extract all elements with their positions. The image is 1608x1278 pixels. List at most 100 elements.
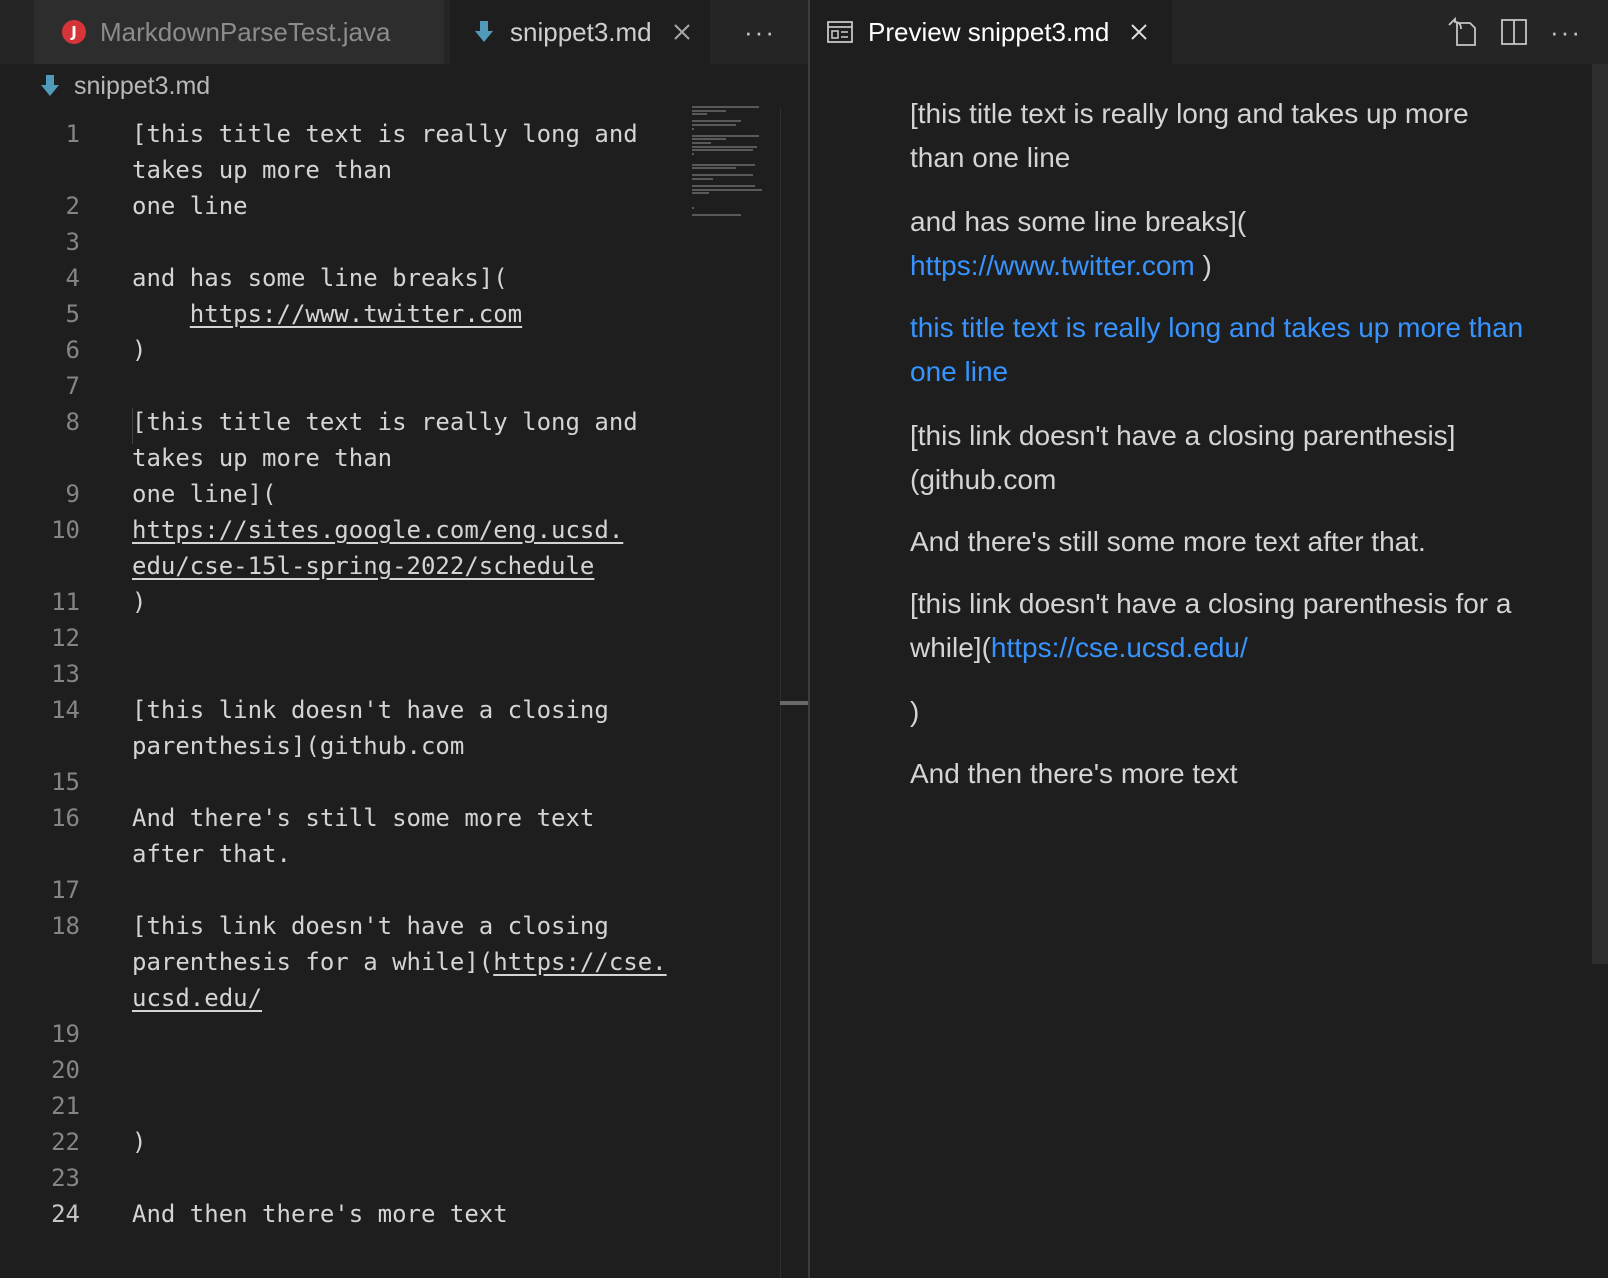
line-number: 7 <box>65 372 80 400</box>
twitter-link[interactable]: https://www.twitter.com <box>910 250 1195 281</box>
code-line[interactable]: parenthesis](github.com <box>0 728 690 764</box>
code-line[interactable]: 10 https://sites.google.com/eng.ucsd. <box>0 512 690 548</box>
more-actions-icon[interactable]: ··· <box>730 0 790 64</box>
preview-paragraph: [this title text is really long and take… <box>910 98 1469 173</box>
code-line[interactable]: 20 <box>0 1052 690 1088</box>
minimap[interactable] <box>690 106 780 236</box>
preview-paragraph: [this link doesn't have a closing parent… <box>910 420 1456 495</box>
markdown-icon <box>472 19 496 45</box>
markdown-preview: [this title text is really long and take… <box>810 64 1590 1278</box>
code-line[interactable]: takes up more than <box>0 440 690 476</box>
code-line[interactable]: 11) <box>0 584 690 620</box>
code-text: [this title text is really long and <box>132 120 638 148</box>
line-number: 17 <box>51 876 80 904</box>
code-line[interactable]: 21 <box>0 1088 690 1124</box>
code-line[interactable]: takes up more than <box>0 152 690 188</box>
code-line[interactable]: edu/cse-15l-spring-2022/schedule <box>0 548 690 584</box>
minimap-line <box>692 106 759 108</box>
breadcrumb[interactable]: snippet3.md <box>38 66 210 106</box>
minimap-line <box>692 127 694 130</box>
code-line[interactable]: 23 <box>0 1160 690 1196</box>
code-text: [this link doesn't have a closing <box>132 696 609 724</box>
code-line[interactable]: 16 And there's still some more text <box>0 800 690 836</box>
right-tab-bar: Preview snippet3.md ··· <box>810 0 1608 64</box>
minimap-line <box>692 134 759 137</box>
code-text-part: parenthesis for a while]( <box>132 948 494 976</box>
code-line[interactable]: 7 <box>0 368 690 404</box>
code-line[interactable]: 6) <box>0 332 690 368</box>
code-line[interactable]: 9 one line]( <box>0 476 690 512</box>
cse-ucsd-link[interactable]: https://cse.ucsd.edu/ <box>991 632 1248 663</box>
close-icon[interactable] <box>670 20 694 44</box>
code-text: parenthesis for a while](https://cse. <box>132 944 667 980</box>
tab-preview-snippet3[interactable]: Preview snippet3.md <box>810 0 1172 64</box>
code-line[interactable]: 2 one line <box>0 188 690 224</box>
tab-label: MarkdownParseTest.java <box>100 16 391 47</box>
breadcrumb-file: snippet3.md <box>74 71 211 100</box>
minimap-line <box>692 113 708 116</box>
preview-text: and has some line breaks]( <box>910 206 1247 237</box>
code-line[interactable]: 17 <box>0 872 690 908</box>
left-editor-group: J MarkdownParseTest.java snippet3.md ···… <box>0 0 808 1278</box>
split-editor-icon[interactable] <box>1494 12 1534 52</box>
code-text: takes up more than <box>132 444 393 472</box>
line-number: 18 <box>51 912 80 940</box>
minimap-line <box>692 167 736 170</box>
code-line[interactable]: 12 <box>0 620 690 656</box>
left-tab-bar: J MarkdownParseTest.java snippet3.md ··· <box>0 0 808 64</box>
code-line[interactable]: 13 <box>0 656 690 692</box>
editor-scrollbar[interactable] <box>780 108 808 1278</box>
code-line[interactable]: 1 [this title text is really long and <box>0 116 690 152</box>
line-number: 11 <box>51 588 80 616</box>
code-line[interactable]: 14 [this link doesn't have a closing <box>0 692 690 728</box>
minimap-line <box>692 145 757 148</box>
code-link-part[interactable]: https://cse. <box>493 948 666 976</box>
code-line[interactable]: after that. <box>0 836 690 872</box>
code-line[interactable]: 5 https://www.twitter.com <box>0 296 690 332</box>
code-text: edu/cse-15l-spring-2022/schedule <box>132 552 595 580</box>
minimap-line <box>692 138 727 141</box>
code-line[interactable]: 18 [this link doesn't have a closing <box>0 908 690 944</box>
preview-scrollbar[interactable] <box>1592 64 1608 964</box>
code-text: ucsd.edu/ <box>132 984 263 1012</box>
tab-snippet3-md[interactable]: snippet3.md <box>450 0 710 64</box>
open-source-icon[interactable] <box>1442 12 1482 52</box>
code-line[interactable]: ucsd.edu/ <box>0 980 690 1016</box>
code-editor[interactable]: 1 [this title text is really long and take… <box>0 108 780 1278</box>
code-link-part[interactable]: https://www.twitter.com <box>190 300 522 328</box>
code-text: takes up more than <box>132 156 393 184</box>
minimap-line <box>692 188 762 191</box>
code-text: [this link doesn't have a closing <box>132 912 609 940</box>
code-text: https://www.twitter.com <box>132 296 522 332</box>
minimap-line <box>692 174 753 177</box>
code-line[interactable]: 19 <box>0 1016 690 1052</box>
line-number: 2 <box>65 192 80 220</box>
minimap-line <box>692 185 755 188</box>
tab-label: Preview snippet3.md <box>868 16 1110 47</box>
line-number: 13 <box>51 660 80 688</box>
code-line[interactable]: 8 [this title text is really long and <box>0 404 690 440</box>
line-number: 6 <box>65 336 80 364</box>
minimap-line <box>692 178 713 180</box>
code-line[interactable]: 15 <box>0 764 690 800</box>
line-number: 23 <box>51 1164 80 1192</box>
more-actions-icon[interactable]: ··· <box>1546 12 1586 52</box>
code-line[interactable]: 4 and has some line breaks]( <box>0 260 690 296</box>
minimap-line <box>692 163 755 166</box>
code-text: And there's still some more text <box>132 804 595 832</box>
minimap-line <box>692 206 694 209</box>
minimap-line <box>692 152 694 155</box>
code-text: one line <box>132 192 248 220</box>
code-line[interactable]: parenthesis for a while](https://cse. <box>0 944 690 980</box>
code-line[interactable]: 24 And then there's more text <box>0 1196 690 1232</box>
code-line[interactable]: 22) <box>0 1124 690 1160</box>
tab-markdownparsetest-java[interactable]: J MarkdownParseTest.java <box>34 0 444 64</box>
preview-paragraph: And then there's more text <box>910 758 1238 789</box>
google-sites-link[interactable]: this title text is really long and takes… <box>910 306 1530 394</box>
tab-label: snippet3.md <box>510 16 652 47</box>
code-line[interactable]: 3 <box>0 224 690 260</box>
line-number: 22 <box>51 1128 80 1156</box>
close-icon[interactable] <box>1127 20 1151 44</box>
minimap-line <box>692 142 711 144</box>
code-text: ) <box>132 588 147 616</box>
